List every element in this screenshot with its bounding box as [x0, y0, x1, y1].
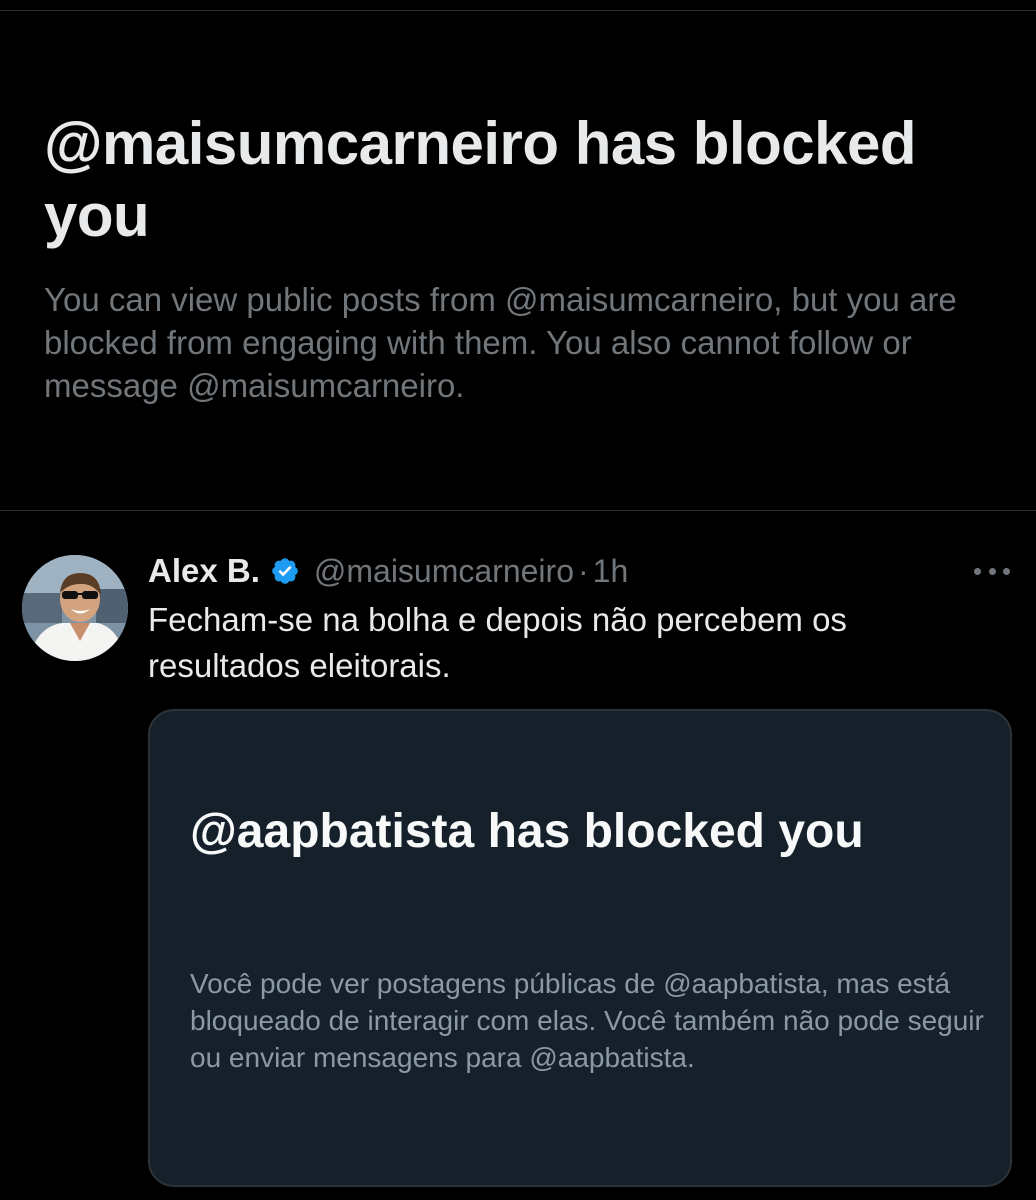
author-handle[interactable]: @maisumcarneiro: [314, 553, 574, 590]
blocked-title: @maisumcarneiro has blocked you: [44, 110, 917, 249]
post-timestamp[interactable]: 1h: [593, 553, 629, 590]
verified-badge-icon: [270, 556, 300, 586]
post-text: Fecham-se na bolha e depois não percebem…: [148, 601, 847, 684]
blocked-description: You can view public posts from @maisumca…: [44, 281, 957, 404]
user-avatar[interactable]: [22, 555, 128, 661]
top-divider: [0, 10, 1036, 11]
image-blocked-title: @aapbatista has blocked you: [190, 805, 864, 858]
meta-separator: ·: [577, 552, 589, 589]
attached-image[interactable]: @aapbatista has blocked you Você pode ve…: [148, 709, 1012, 1187]
more-options-icon[interactable]: [974, 561, 1010, 581]
image-blocked-description: Você pode ver postagens públicas de @aap…: [190, 968, 984, 1073]
avatar-photo-icon: [22, 555, 128, 661]
blocked-notice: @maisumcarneiro has blocked you You can …: [44, 108, 1004, 407]
post[interactable]: Alex B. @maisumcarneiro · 1h Fecham-se n…: [0, 511, 1036, 1200]
post-header: Alex B. @maisumcarneiro · 1h: [148, 549, 628, 593]
author-name[interactable]: Alex B.: [148, 552, 260, 590]
